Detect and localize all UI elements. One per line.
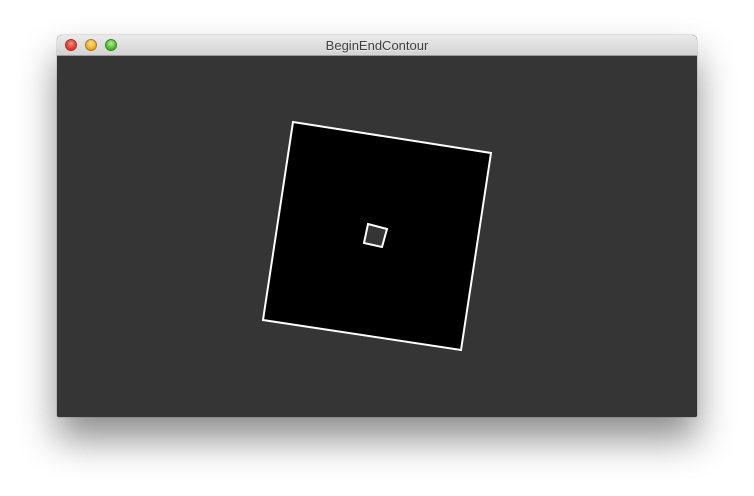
sketch-canvas[interactable] xyxy=(57,56,697,417)
screen: BeginEndContour xyxy=(0,0,754,496)
title-bar[interactable]: BeginEndContour xyxy=(57,35,697,56)
app-window: BeginEndContour xyxy=(57,35,697,417)
contour-shape xyxy=(261,120,493,352)
sketch-svg xyxy=(261,120,493,352)
window-title: BeginEndContour xyxy=(325,38,429,53)
